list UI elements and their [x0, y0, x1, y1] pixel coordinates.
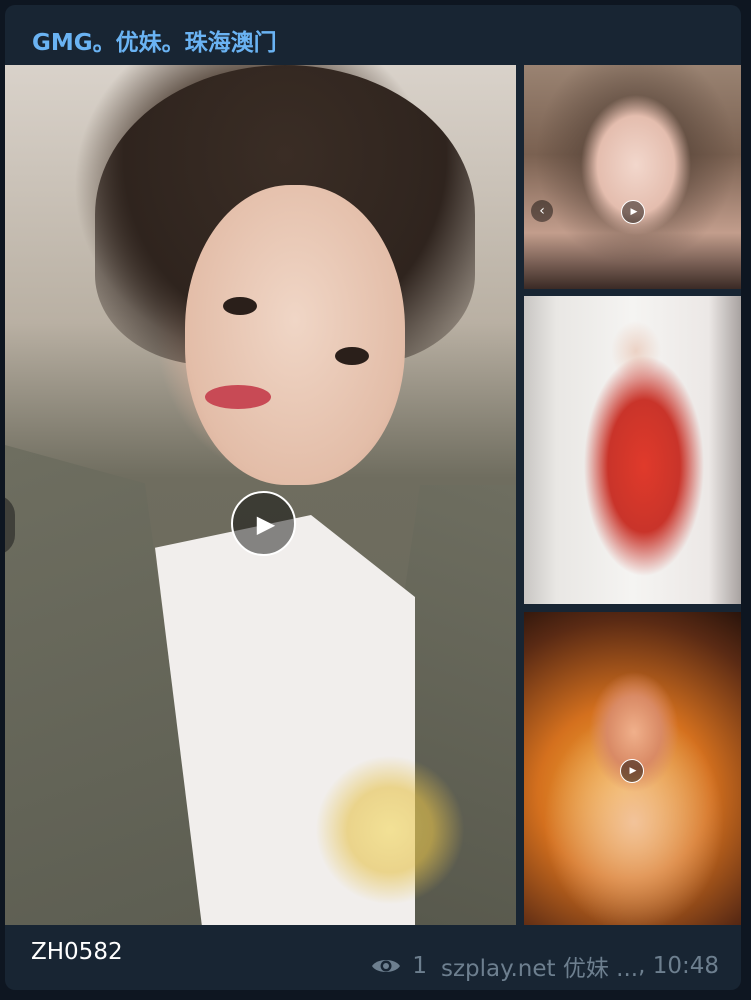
- media-face: [185, 185, 405, 485]
- play-icon[interactable]: ▶: [231, 491, 296, 556]
- media-lips: [205, 385, 271, 409]
- media-main-video[interactable]: ▶: [5, 65, 516, 925]
- media-eye-right: [335, 347, 369, 365]
- channel-title[interactable]: GMG。优妹。珠海澳门: [32, 23, 277, 57]
- post-author: szplay.net 优妹 ...: [440, 956, 639, 982]
- media-thumb-video-3[interactable]: ▶: [524, 612, 741, 925]
- chevron-left-icon[interactable]: ‹: [531, 200, 553, 222]
- view-count: 1: [412, 953, 427, 979]
- play-icon[interactable]: ▶: [621, 200, 645, 224]
- post-time: 10:48: [652, 953, 719, 979]
- play-icon[interactable]: ▶: [620, 759, 644, 783]
- meta-separator: ,: [638, 953, 653, 979]
- message-card: GMG。优妹。珠海澳门 ▶ ‹ ▶ ▶ ZH0582 1 szplay.net …: [5, 5, 741, 990]
- media-thumb-video-1[interactable]: ‹ ▶: [524, 65, 741, 289]
- message-caption: ZH0582: [31, 939, 123, 965]
- message-meta: 1 szplay.net 优妹 ... , 10:48: [370, 949, 719, 983]
- eye-icon: [372, 960, 401, 972]
- media-eye-left: [223, 297, 257, 315]
- media-thumb-photo-2[interactable]: [524, 296, 741, 604]
- media-tee-print: [315, 755, 465, 905]
